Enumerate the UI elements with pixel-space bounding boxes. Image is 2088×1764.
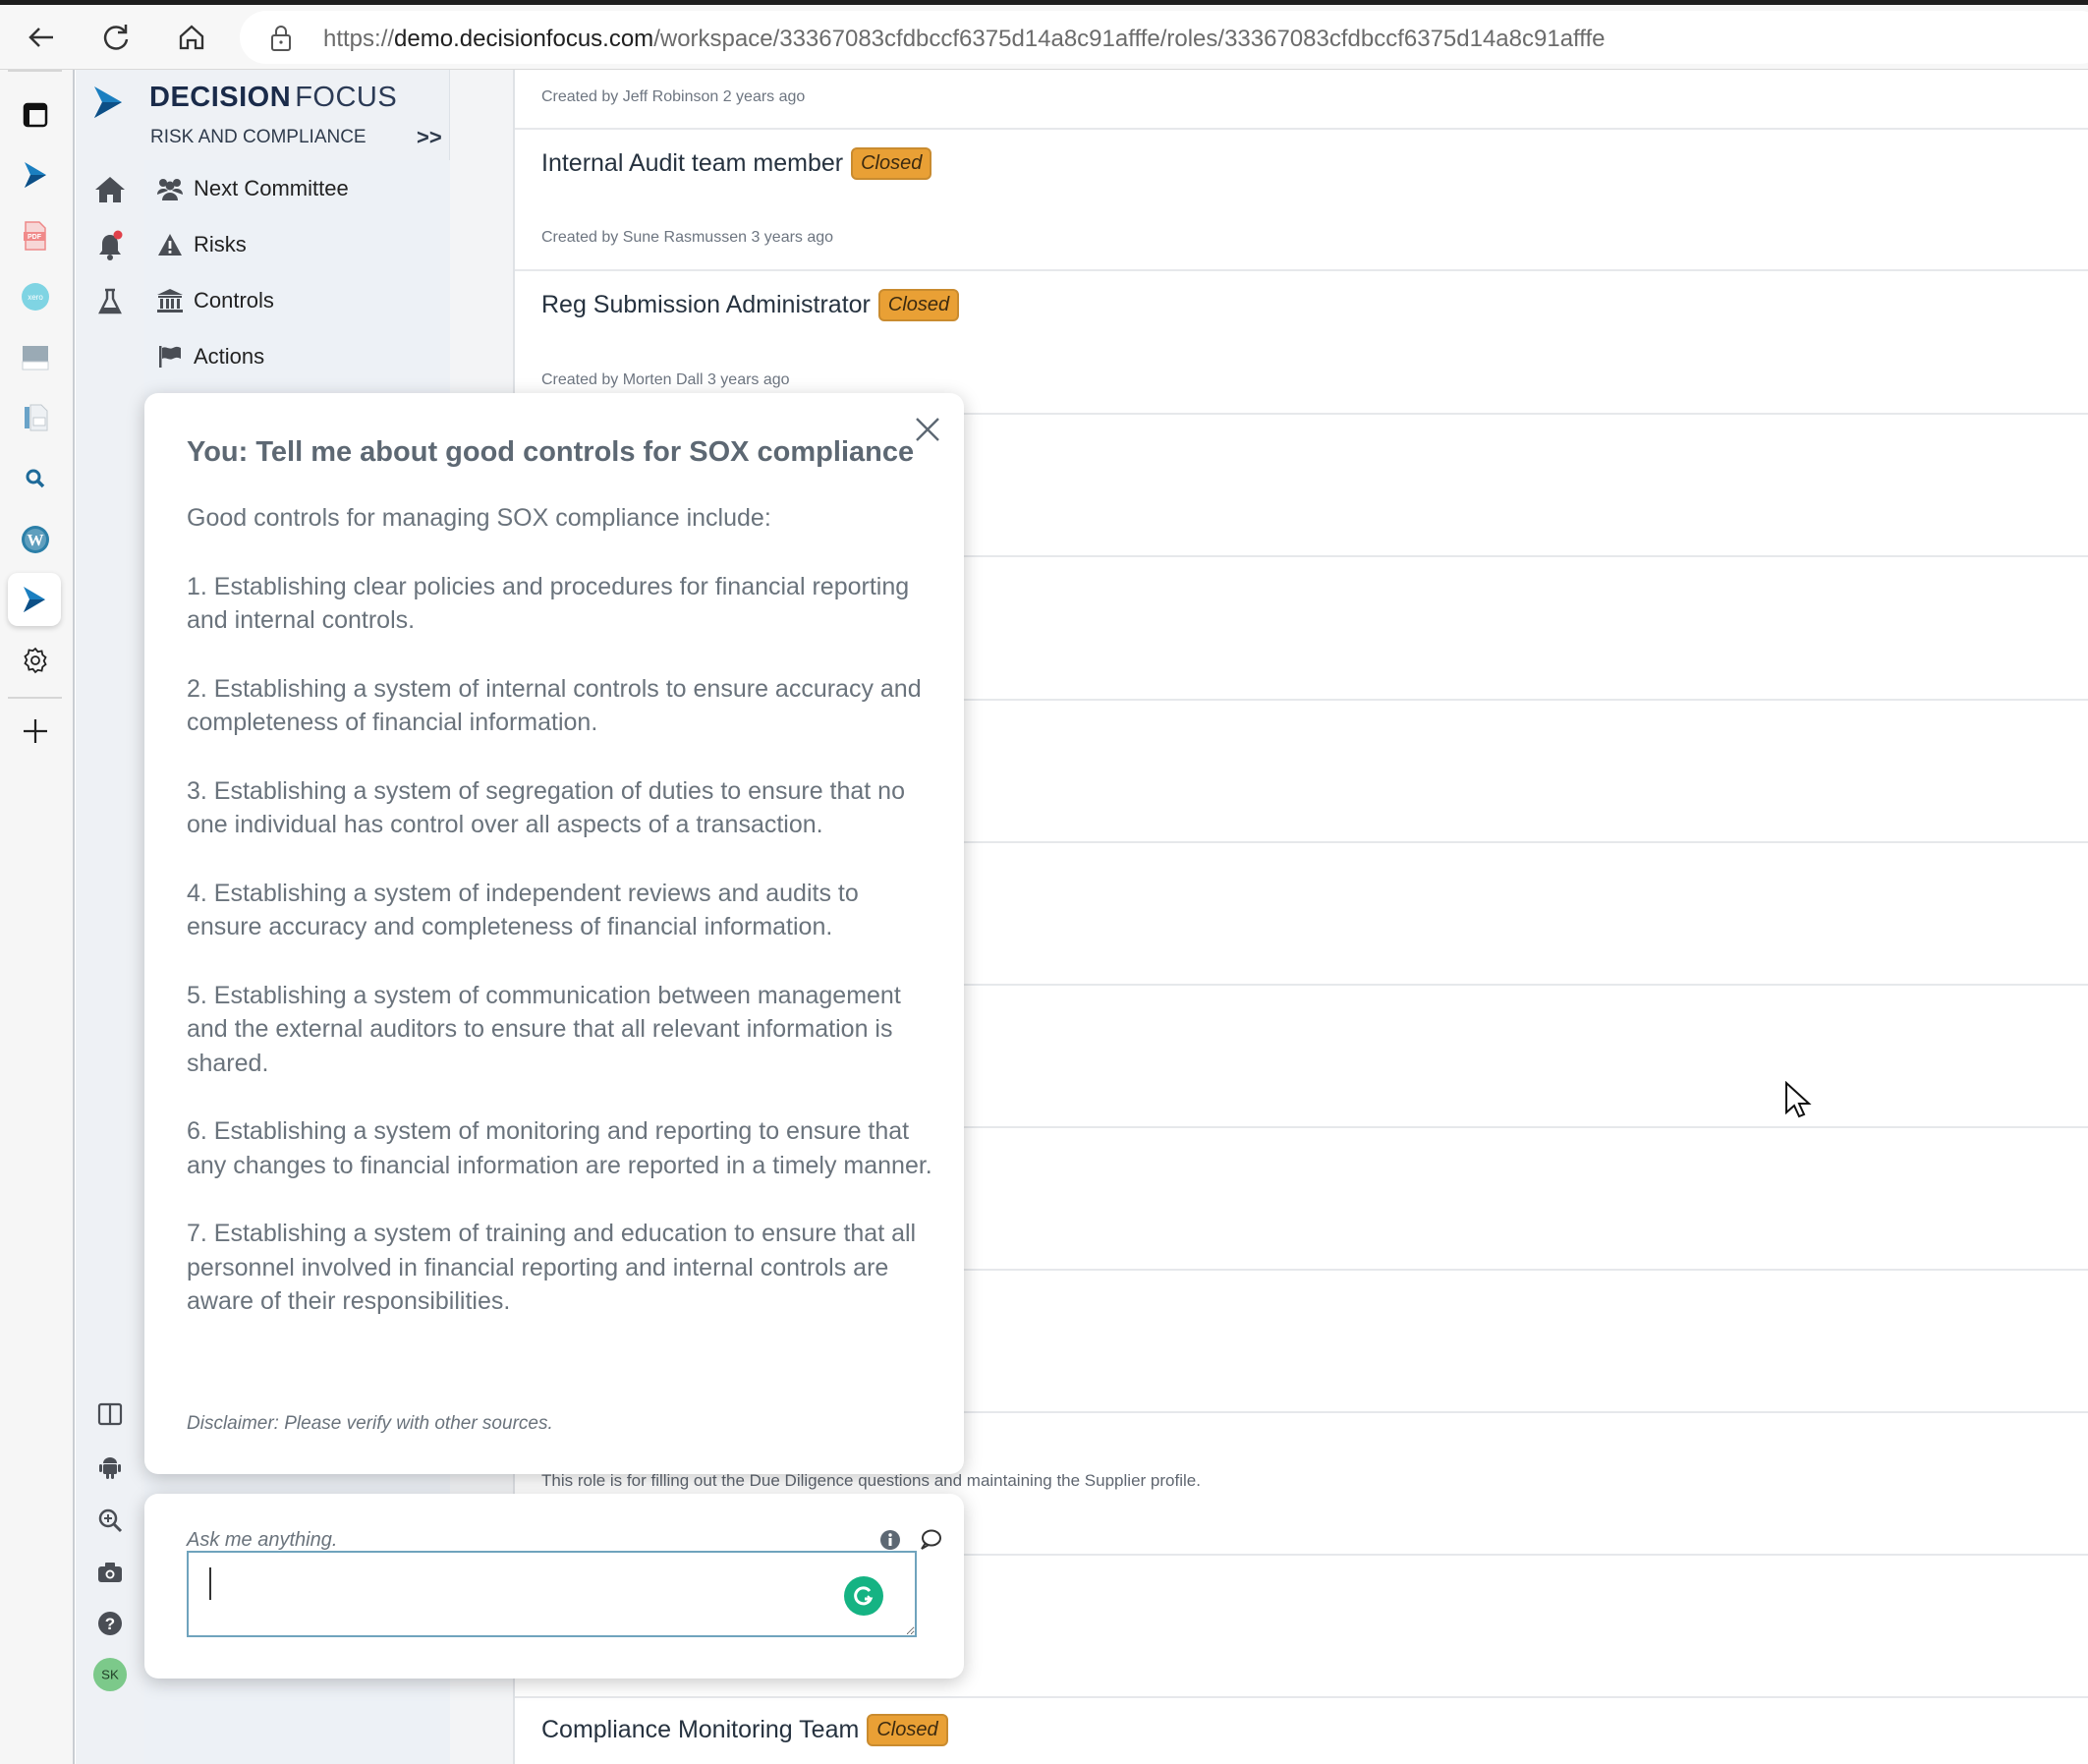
bank-icon [156,288,184,313]
warning-icon [156,232,184,257]
menu-item-controls[interactable]: Controls [156,288,274,313]
add-icon[interactable] [13,709,58,754]
settings-icon[interactable] [13,638,58,683]
brand-light: FOCUS [295,82,398,113]
ask-label: Ask me anything. [187,1529,338,1551]
decisionfocus-app-icon[interactable] [13,152,58,198]
text-caret [209,1567,211,1600]
pdf-icon[interactable]: PDF [13,213,58,258]
home-icon[interactable] [172,18,211,57]
answer-point: 3. Establishing a system of segregation … [187,776,905,839]
status-badge: Closed [851,147,932,180]
decisionfocus-active-icon[interactable] [8,573,61,626]
ask-input[interactable] [187,1551,917,1637]
menu-item-label: Next Committee [194,176,349,200]
row-divider [515,128,2088,130]
menu-item-label: Controls [194,288,274,313]
close-icon[interactable] [913,415,942,449]
avatar[interactable]: SK [92,1657,128,1692]
zoom-icon[interactable] [92,1503,128,1538]
document-icon[interactable] [13,395,58,440]
expand-menu-button[interactable]: >> [417,125,442,150]
answer-point: 6. Establishing a system of monitoring a… [187,1117,932,1179]
url-scheme: https:// [323,26,395,52]
brand-name[interactable]: DECISION FOCUS [149,82,397,114]
users-icon [156,176,184,201]
role-title[interactable]: Reg Submission Administrator [541,291,871,319]
answer-intro: Good controls for managing SOX complianc… [187,504,771,532]
answer-point: 2. Establishing a system of internal con… [187,674,922,737]
grammarly-icon[interactable] [844,1576,883,1616]
status-badge: Closed [867,1714,948,1746]
back-icon[interactable] [22,18,61,57]
flask-icon[interactable] [92,284,128,319]
assistant-answer: Good controls for managing SOX complianc… [187,501,933,1353]
svg-text:W: W [28,531,44,549]
avatar-initials: SK [101,1668,119,1682]
svg-text:PDF: PDF [28,234,42,241]
tabs-icon[interactable] [13,92,58,138]
menu-item-label: Risks [194,232,247,256]
chat-bubble-icon[interactable] [919,1529,942,1556]
role-description: This role is for filling out the Due Dil… [541,1471,1201,1490]
url-text[interactable]: https://demo.decisionfocus.com/workspace… [323,26,1606,53]
role-title[interactable]: Compliance Monitoring Team [541,1716,859,1744]
columns-icon[interactable] [92,1396,128,1432]
android-icon[interactable] [92,1450,128,1485]
flag-icon [156,344,184,370]
brand-bold: DECISION [149,82,292,113]
svg-text:?: ? [105,1615,115,1633]
menu-item-next-committee[interactable]: Next Committee [156,176,349,201]
browser-toolbar: https://demo.decisionfocus.com/workspace… [0,5,2088,70]
bell-icon[interactable] [92,228,128,263]
decisionfocus-logo-icon[interactable] [91,84,125,126]
menu-item-risks[interactable]: Risks [156,232,247,257]
mouse-cursor-icon [1784,1080,1812,1125]
role-title[interactable]: Internal Audit team member [541,149,843,178]
row-divider [515,1696,2088,1698]
user-question: You: Tell me about good controls for SOX… [187,436,915,468]
address-bar[interactable]: https://demo.decisionfocus.com/workspace… [240,11,2088,64]
divider [8,697,62,699]
answer-point: 5. Establishing a system of communicatio… [187,981,901,1077]
disclaimer: Disclaimer: Please verify with other sou… [187,1413,553,1434]
lock-icon[interactable] [269,24,293,58]
help-icon[interactable]: ? [92,1606,128,1641]
reload-icon[interactable] [96,18,136,57]
answer-point: 1. Establishing clear policies and proce… [187,572,910,635]
answer-point: 4. Establishing a system of independent … [187,879,859,941]
answer-point: 7. Establishing a system of training and… [187,1220,917,1315]
wordpress-icon[interactable]: W [13,517,58,562]
divider [8,70,62,72]
xero-icon[interactable]: xero [13,274,58,319]
role-created-info: Created by Sune Rasmussen 3 years ago [541,229,834,246]
assistant-response-panel: You: Tell me about good controls for SOX… [144,393,964,1474]
camera-icon[interactable] [92,1555,128,1590]
url-host: demo.decisionfocus.com [394,26,654,52]
url-path: /workspace/33367083cfdbccf6375d14a8c91af… [653,26,1606,52]
browser-app-sidebar: PDF xero W [0,70,75,1764]
row-divider [515,269,2088,271]
assistant-chat-box: Ask me anything. [144,1494,964,1679]
search-icon[interactable] [13,456,58,501]
home-icon[interactable] [92,172,128,207]
menu-item-label: Actions [194,344,265,369]
role-created-info: Created by Morten Dall 3 years ago [541,371,790,388]
role-created-info: Created by Jeff Robinson 2 years ago [541,88,806,105]
svg-text:xero: xero [28,293,43,302]
menu-item-actions[interactable]: Actions [156,344,264,370]
module-title: RISK AND COMPLIANCE [150,127,367,147]
window-icon[interactable] [13,335,58,380]
status-badge: Closed [877,289,960,321]
